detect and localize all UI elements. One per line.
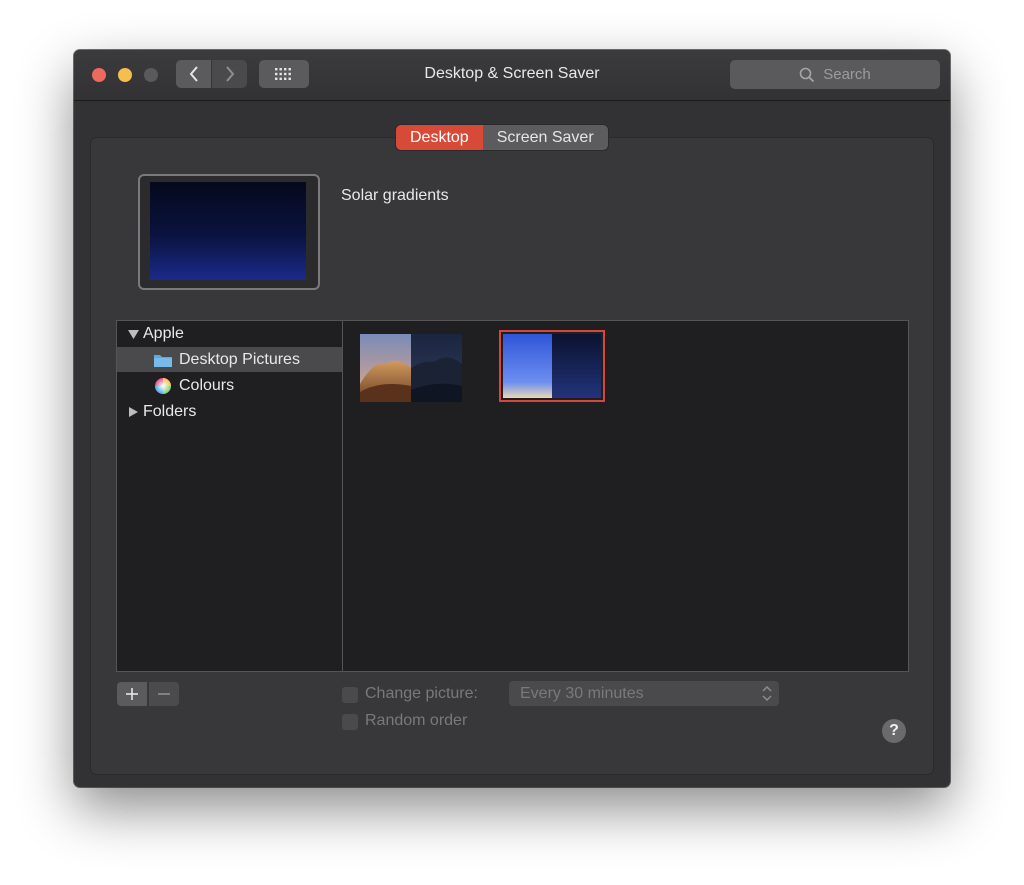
dynamic-desert-picture xyxy=(360,334,462,402)
title-bar: Desktop & Screen Saver Search xyxy=(74,50,950,101)
plus-icon xyxy=(126,688,138,700)
change-interval-select[interactable]: Every 30 minutes xyxy=(509,681,779,706)
folder-icon xyxy=(154,354,172,367)
help-button[interactable]: ? xyxy=(882,719,906,743)
tab-screen-saver[interactable]: Screen Saver xyxy=(482,125,608,150)
change-interval-value: Every 30 minutes xyxy=(520,685,644,702)
search-placeholder: Search xyxy=(823,66,871,83)
search-field[interactable]: Search xyxy=(730,60,940,89)
change-picture-checkbox[interactable] xyxy=(342,687,358,703)
remove-folder-button[interactable] xyxy=(149,682,179,706)
random-order-label: Random order xyxy=(365,712,468,729)
random-order-checkbox[interactable] xyxy=(342,714,358,730)
tab-desktop[interactable]: Desktop xyxy=(396,125,483,150)
source-group-apple[interactable]: Apple xyxy=(117,321,342,346)
current-picture-name: Solar gradients xyxy=(341,187,449,204)
tab-control: Desktop Screen Saver xyxy=(396,125,608,150)
minus-icon xyxy=(158,693,170,695)
disclosure-closed-icon xyxy=(129,406,138,417)
desktop-preview xyxy=(138,174,320,290)
search-icon xyxy=(799,67,815,82)
up-down-arrows-icon xyxy=(762,685,772,702)
solar-gradients-picture xyxy=(503,334,601,398)
thumbnail-dynamic-desert[interactable] xyxy=(360,334,462,402)
source-label-desktop-pictures: Desktop Pictures xyxy=(179,350,300,368)
source-group-folders[interactable]: Folders xyxy=(117,399,342,424)
disclosure-open-icon xyxy=(128,329,139,339)
source-label-apple: Apple xyxy=(143,324,184,342)
source-label-folders: Folders xyxy=(143,402,197,420)
add-folder-button[interactable] xyxy=(117,682,147,706)
source-list: Apple Desktop Pictures Colours Folders xyxy=(116,320,343,672)
source-item-desktop-pictures[interactable]: Desktop Pictures xyxy=(117,347,342,372)
desktop-preview-image xyxy=(150,182,306,280)
system-preferences-window: Desktop & Screen Saver Search Desktop Sc… xyxy=(74,50,950,787)
source-item-colours[interactable]: Colours xyxy=(117,373,342,398)
source-label-colours: Colours xyxy=(179,376,235,394)
help-icon: ? xyxy=(889,722,899,739)
change-picture-label: Change picture: xyxy=(365,685,478,702)
thumbnail-solar-gradients-selected[interactable] xyxy=(499,330,605,402)
color-wheel-icon xyxy=(155,377,171,394)
picture-grid xyxy=(342,320,909,672)
